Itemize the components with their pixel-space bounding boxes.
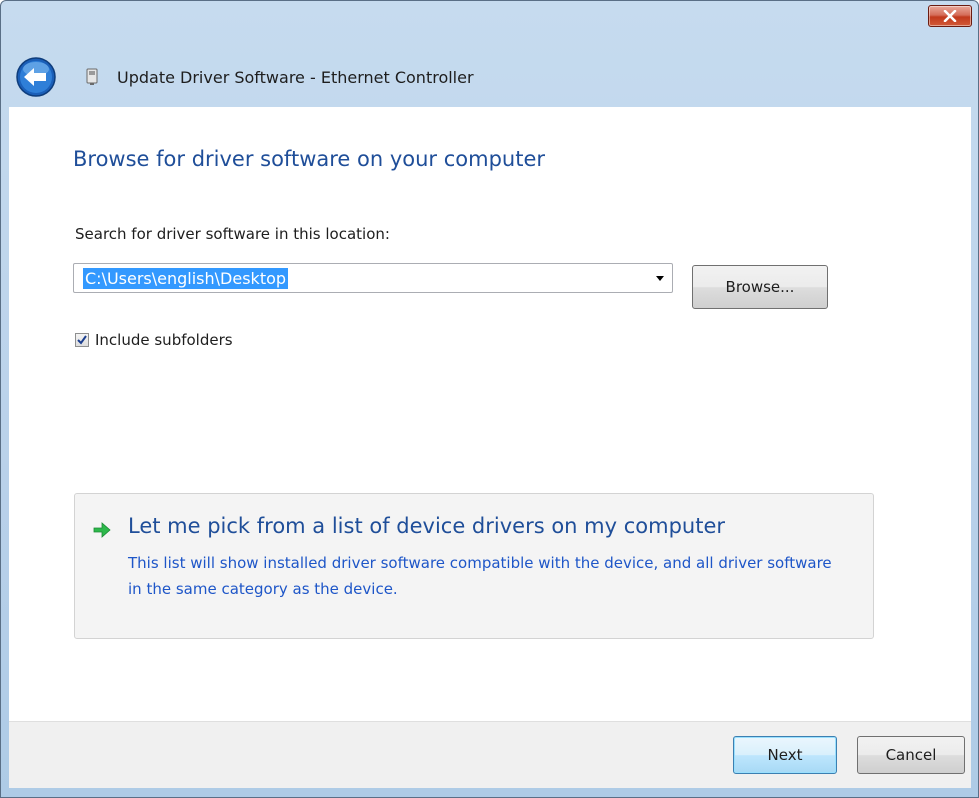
include-subfolders-label[interactable]: Include subfolders <box>95 331 233 349</box>
chevron-down-icon[interactable] <box>656 276 664 281</box>
next-button[interactable]: Next <box>733 736 837 774</box>
dialog-window: Update Driver Software - Ethernet Contro… <box>0 0 979 798</box>
checkmark-icon <box>77 335 87 345</box>
pick-option-title[interactable]: Let me pick from a list of device driver… <box>128 514 725 538</box>
main-content: Browse for driver software on your compu… <box>9 107 971 721</box>
path-combobox[interactable]: C:\Users\english\Desktop <box>73 263 673 293</box>
dialog-footer: Next Cancel <box>9 721 971 788</box>
close-icon <box>943 10 957 22</box>
search-location-label: Search for driver software in this locat… <box>75 225 390 243</box>
pick-option-description: This list will show installed driver sof… <box>128 554 832 598</box>
page-heading: Browse for driver software on your compu… <box>73 147 546 171</box>
title-bar: Update Driver Software - Ethernet Contro… <box>1 1 978 109</box>
path-value[interactable]: C:\Users\english\Desktop <box>83 268 289 289</box>
close-button[interactable] <box>928 5 972 27</box>
green-arrow-icon <box>93 522 111 538</box>
header-row: Update Driver Software - Ethernet Contro… <box>15 49 474 105</box>
back-button[interactable] <box>15 56 57 98</box>
include-subfolders-row[interactable]: Include subfolders <box>75 331 233 349</box>
include-subfolders-checkbox[interactable] <box>75 333 89 347</box>
pick-from-list-option[interactable]: Let me pick from a list of device driver… <box>74 493 874 639</box>
back-arrow-icon <box>16 57 56 97</box>
ethernet-device-icon <box>86 68 98 85</box>
window-title: Update Driver Software - Ethernet Contro… <box>117 67 474 87</box>
cancel-button[interactable]: Cancel <box>857 736 965 774</box>
browse-button[interactable]: Browse... <box>692 265 828 309</box>
